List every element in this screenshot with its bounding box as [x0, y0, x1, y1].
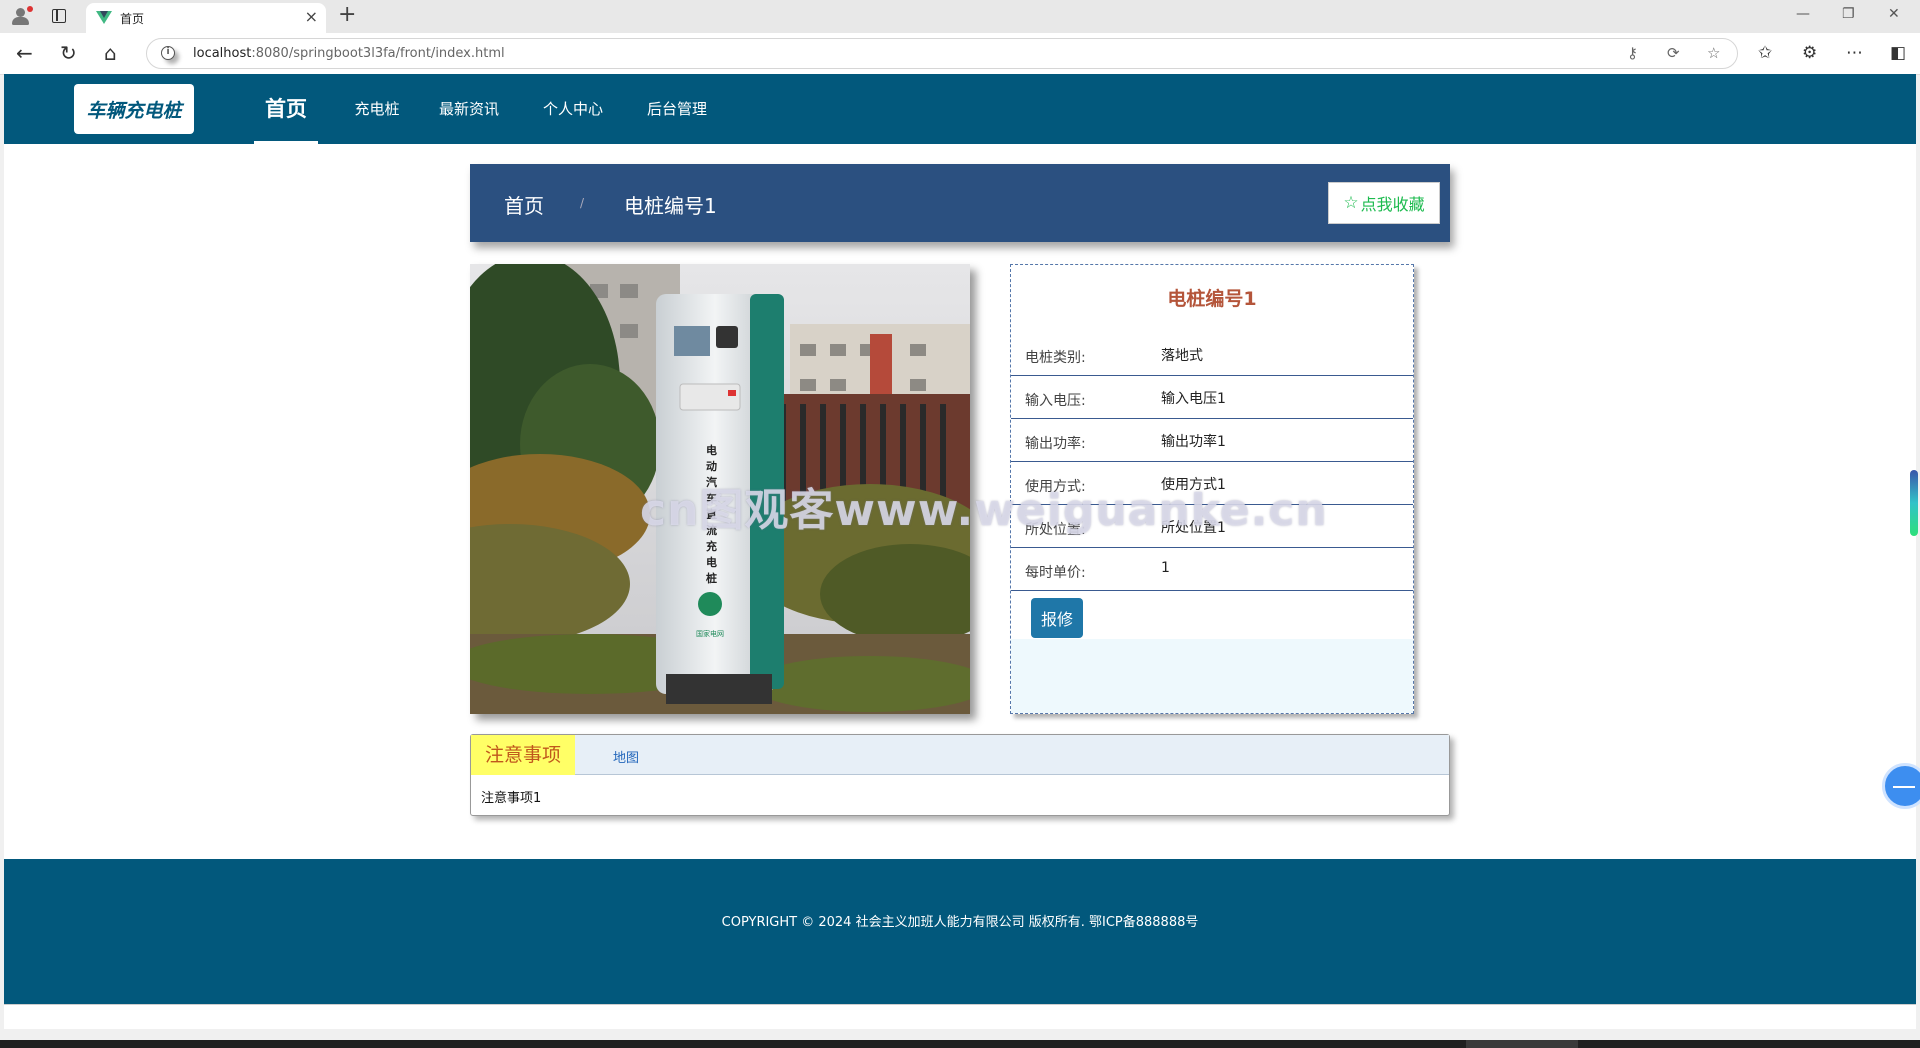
breadcrumb-current: 电桩编号1 — [624, 194, 717, 218]
nav-home[interactable]: 首页 — [254, 74, 318, 144]
tab-notice[interactable]: 注意事项 — [471, 735, 575, 775]
breadcrumb-home[interactable]: 首页 — [504, 190, 544, 219]
tab-map[interactable]: 地图 — [613, 747, 639, 766]
field-value: 输出功率1 — [1161, 434, 1226, 450]
nav-personal-center[interactable]: 个人中心 — [538, 74, 608, 144]
nav-admin[interactable]: 后台管理 — [642, 74, 712, 144]
repair-button[interactable]: 报修 — [1031, 598, 1083, 638]
browser-tab[interactable]: 首页 × — [86, 3, 326, 33]
key-icon[interactable]: ⚷ — [1627, 44, 1638, 62]
field-label: 输入电压: — [1025, 393, 1086, 409]
floating-assistant-icon[interactable] — [1882, 763, 1920, 809]
detail-title: 电桩编号1 — [1167, 288, 1257, 310]
breadcrumb-separator: / — [580, 196, 585, 210]
field-label: 输出功率: — [1025, 436, 1086, 452]
favorite-button[interactable]: ☆ 点我收藏 — [1328, 182, 1440, 224]
info-tabs: 注意事项 地图 注意事项1 — [470, 734, 1450, 816]
translate-icon[interactable]: ⟳ — [1667, 44, 1680, 62]
reload-icon[interactable]: ↻ — [60, 41, 77, 65]
field-label: 每时单价: — [1025, 565, 1086, 581]
field-value: 输入电压1 — [1161, 391, 1226, 407]
profile-icon[interactable] — [10, 6, 34, 26]
taskbar — [0, 1040, 1920, 1048]
copyright-text: COPYRIGHT © 2024 社会主义加班人能力有限公司 版权所有. 鄂IC… — [721, 915, 1199, 930]
svg-text:电: 电 — [706, 555, 717, 569]
breadcrumb: 首页 / 电桩编号1 ☆ 点我收藏 — [470, 164, 1450, 242]
url-path: :8080/springboot3l3fa/front/index.html — [251, 46, 505, 61]
more-icon[interactable]: ⋯ — [1846, 43, 1863, 63]
browser-toolbar: ← ↻ ⌂ i localhost:8080/springboot3l3fa/f… — [0, 33, 1920, 75]
home-icon[interactable]: ⌂ — [104, 41, 117, 65]
star-outline-icon: ☆ — [1343, 193, 1359, 213]
svg-text:桩: 桩 — [706, 571, 717, 585]
field-value: 1 — [1161, 560, 1170, 576]
tab-content: 注意事项1 — [481, 791, 542, 806]
detail-row: 电桩类别: 落地式 — [1011, 333, 1413, 376]
detail-row: 输入电压: 输入电压1 — [1011, 376, 1413, 419]
detail-row: 每时单价: 1 — [1011, 548, 1413, 591]
browser-tab-title: 首页 — [120, 12, 145, 26]
detail-actions: 报修 — [1011, 591, 1413, 643]
site-logo[interactable]: 车辆充电桩 — [74, 84, 194, 134]
star-icon[interactable]: ☆ — [1707, 44, 1720, 62]
site-footer: COPYRIGHT © 2024 社会主义加班人能力有限公司 版权所有. 鄂IC… — [4, 859, 1916, 1004]
page-scrollbar[interactable] — [1910, 470, 1918, 536]
field-value: 落地式 — [1161, 348, 1203, 364]
close-tab-icon[interactable]: × — [305, 7, 318, 26]
sidebar-icon[interactable]: ◧ — [1890, 43, 1906, 63]
vue-favicon-icon — [96, 11, 112, 24]
svg-text:动: 动 — [706, 459, 717, 473]
tab-actions-icon[interactable] — [52, 9, 66, 23]
detail-row: 输出功率: 输出功率1 — [1011, 419, 1413, 462]
web-page: 车辆充电桩 首页 充电桩 最新资讯 个人中心 后台管理 首页 / 电桩编号1 ☆… — [4, 74, 1916, 1029]
new-tab-icon[interactable]: + — [338, 2, 356, 27]
svg-text:充: 充 — [706, 539, 717, 553]
back-icon[interactable]: ← — [16, 41, 33, 65]
svg-text:国家电网: 国家电网 — [696, 629, 724, 638]
page-bottom-area — [4, 1004, 1916, 1029]
url-host: localhost — [193, 46, 252, 61]
favorite-label: 点我收藏 — [1360, 195, 1425, 214]
site-info-icon[interactable]: i — [161, 46, 175, 60]
tabs-header: 注意事项 地图 — [471, 735, 1449, 775]
taskbar-item[interactable] — [1466, 1040, 1578, 1048]
restore-icon[interactable]: ❐ — [1842, 6, 1855, 22]
address-bar[interactable]: i localhost:8080/springboot3l3fa/front/i… — [146, 38, 1738, 69]
window-close-icon[interactable]: ✕ — [1888, 6, 1900, 22]
detail-panel-footer — [1011, 639, 1413, 713]
site-header: 车辆充电桩 首页 充电桩 最新资讯 个人中心 后台管理 — [4, 74, 1916, 144]
minimize-icon[interactable]: — — [1796, 6, 1810, 22]
extensions-icon[interactable]: ⚙ — [1802, 43, 1817, 63]
field-label: 电桩类别: — [1025, 350, 1086, 366]
watermark: cn图观客www.weiguanke.cn — [640, 485, 1328, 536]
svg-text:电: 电 — [706, 443, 717, 457]
browser-tab-bar: 首页 × + — ❐ ✕ — [0, 0, 1920, 33]
favorites-icon[interactable]: ✩ — [1758, 43, 1772, 63]
nav-news[interactable]: 最新资讯 — [434, 74, 504, 144]
url-text: localhost:8080/springboot3l3fa/front/ind… — [193, 46, 505, 61]
nav-charging-piles[interactable]: 充电桩 — [349, 74, 405, 144]
